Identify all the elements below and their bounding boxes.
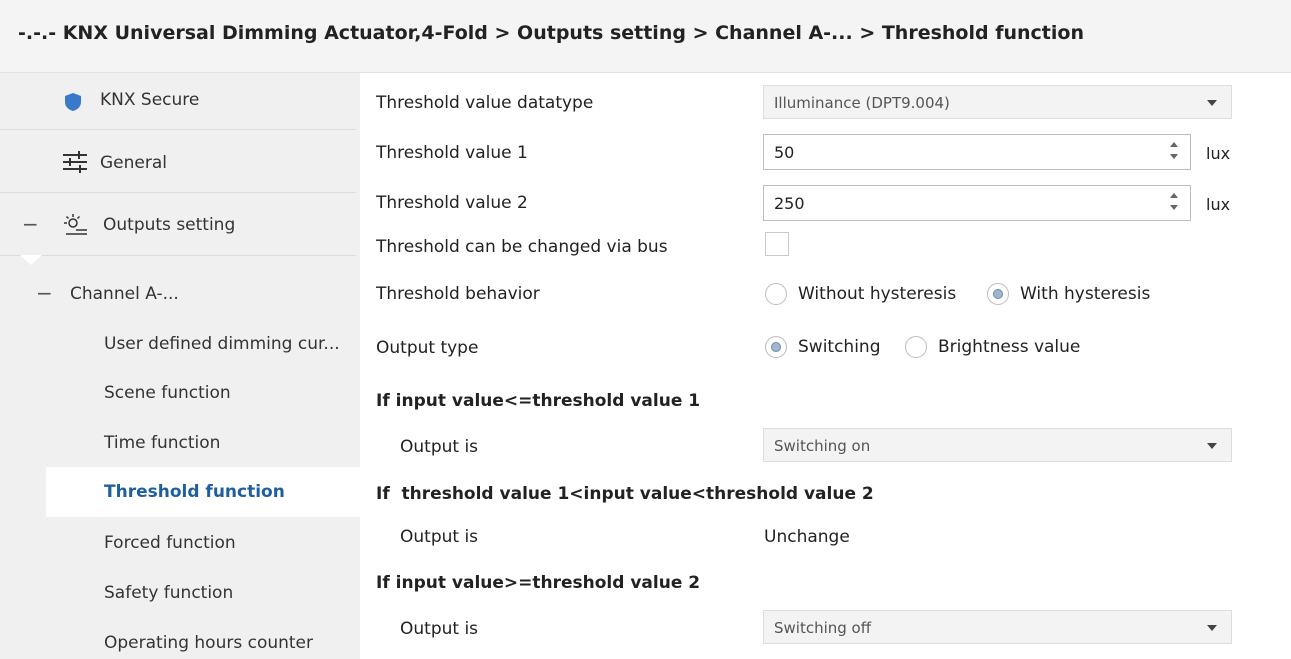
section-heading: If input value>=threshold value 2	[376, 573, 701, 593]
sidebar-item-label: Time function	[104, 433, 221, 453]
sidebar-item-label: Channel A-...	[70, 284, 179, 304]
output3-value: Switching off	[774, 619, 872, 637]
sliders-icon	[62, 151, 88, 177]
sidebar-item-label: Safety function	[104, 583, 234, 603]
switching-radio[interactable]	[765, 336, 787, 358]
chevron-down-icon	[1207, 625, 1217, 631]
parameter-panel: Threshold value datatype Illuminance (DP…	[360, 73, 1291, 659]
collapse-icon[interactable]: −	[22, 212, 39, 236]
sidebar-item-label: User defined dimming cur...	[104, 334, 340, 354]
without-hysteresis-radio[interactable]	[765, 283, 787, 305]
sidebar-item-label: Operating hours counter	[104, 633, 314, 653]
collapse-icon[interactable]: −	[36, 281, 53, 305]
output-is-label: Output is	[400, 527, 479, 547]
sidebar-item-scene-function[interactable]: Scene function	[104, 383, 231, 403]
sidebar-item-forced-function[interactable]: Forced function	[104, 533, 236, 553]
bus-change-label: Threshold can be changed via bus	[376, 237, 668, 257]
sidebar-item-general[interactable]: General	[100, 153, 167, 173]
threshold2-unit: lux	[1206, 195, 1231, 214]
brightness-value-radio[interactable]	[905, 336, 927, 358]
with-hysteresis-radio[interactable]	[987, 283, 1009, 305]
bus-change-checkbox[interactable]	[765, 232, 789, 256]
switching-label[interactable]: Switching	[798, 337, 881, 357]
sidebar-item-user-defined-dimming[interactable]: User defined dimming cur...	[104, 334, 340, 354]
selection-notch	[20, 255, 42, 265]
sidebar-item-threshold-function[interactable]: Threshold function	[46, 467, 360, 517]
datatype-select[interactable]: Illuminance (DPT9.004)	[763, 85, 1232, 119]
sidebar-item-label: Forced function	[104, 533, 236, 553]
chevron-down-icon	[1207, 100, 1217, 106]
sidebar-item-time-function[interactable]: Time function	[104, 433, 220, 453]
title-bar: -.-.- KNX Universal Dimming Actuator,4-F…	[0, 0, 1291, 73]
without-hysteresis-label[interactable]: Without hysteresis	[798, 284, 956, 304]
output-is-label: Output is	[400, 619, 479, 639]
threshold1-stepper[interactable]	[763, 134, 1191, 170]
output-type-label: Output type	[376, 338, 479, 358]
threshold1-input[interactable]	[764, 135, 1154, 169]
sidebar-item-outputs-setting[interactable]: Outputs setting	[103, 215, 235, 235]
threshold2-stepper[interactable]	[763, 185, 1191, 221]
sidebar-item-operating-hours[interactable]: Operating hours counter	[104, 633, 313, 653]
output3-select[interactable]: Switching off	[763, 610, 1232, 644]
sidebar-item-label: General	[100, 153, 167, 173]
sidebar-item-label: Threshold function	[104, 482, 285, 502]
breadcrumb: -.-.- KNX Universal Dimming Actuator,4-F…	[18, 22, 1084, 44]
sidebar-item-label: Scene function	[104, 383, 231, 403]
brightness-icon	[64, 214, 88, 240]
threshold2-label: Threshold value 2	[376, 193, 528, 213]
stepper-arrows-icon[interactable]	[1170, 142, 1180, 162]
threshold2-input[interactable]	[764, 186, 1154, 220]
brightness-value-label[interactable]: Brightness value	[938, 337, 1080, 357]
sidebar: KNX Secure General − Outputs setting − C…	[0, 73, 360, 659]
shield-icon	[64, 92, 82, 116]
datatype-label: Threshold value datatype	[376, 93, 594, 113]
threshold1-unit: lux	[1206, 144, 1231, 163]
output2-value: Unchange	[764, 527, 850, 547]
stepper-arrows-icon[interactable]	[1170, 193, 1180, 213]
sidebar-item-safety-function[interactable]: Safety function	[104, 583, 233, 603]
datatype-value: Illuminance (DPT9.004)	[774, 94, 950, 112]
output1-select[interactable]: Switching on	[763, 428, 1232, 462]
output1-value: Switching on	[774, 437, 871, 455]
with-hysteresis-label[interactable]: With hysteresis	[1020, 284, 1150, 304]
sidebar-item-label: Outputs setting	[103, 215, 236, 235]
section-heading: If input value<=threshold value 1	[376, 391, 701, 411]
chevron-down-icon	[1207, 443, 1217, 449]
sidebar-item-channel-a[interactable]: Channel A-...	[70, 284, 179, 304]
section-heading: If threshold value 1<input value<thresho…	[376, 484, 874, 504]
output-is-label: Output is	[400, 437, 479, 457]
sidebar-item-knx-secure[interactable]: KNX Secure	[100, 90, 199, 110]
threshold1-label: Threshold value 1	[376, 143, 528, 163]
sidebar-item-label: KNX Secure	[100, 90, 200, 110]
behavior-label: Threshold behavior	[376, 284, 540, 304]
